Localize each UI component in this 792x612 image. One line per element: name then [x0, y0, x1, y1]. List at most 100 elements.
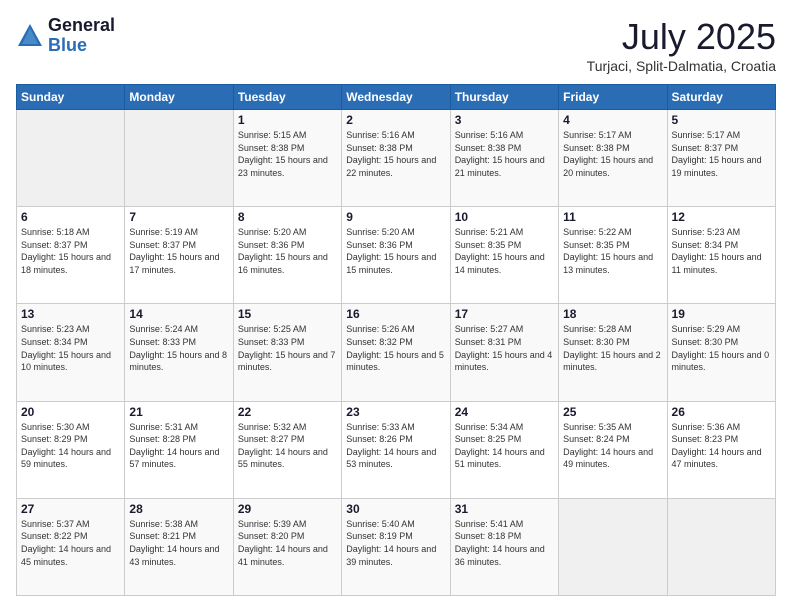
day-detail: Sunrise: 5:25 AMSunset: 8:33 PMDaylight:… [238, 323, 337, 373]
sunrise-text: Sunrise: 5:16 AM [455, 129, 554, 142]
calendar-cell: 19Sunrise: 5:29 AMSunset: 8:30 PMDayligh… [667, 304, 775, 401]
sunrise-text: Sunrise: 5:40 AM [346, 518, 445, 531]
calendar-cell: 14Sunrise: 5:24 AMSunset: 8:33 PMDayligh… [125, 304, 233, 401]
calendar-cell: 26 Sunrise: 5:36 AMSunset: 8:23 PMDayligh… [667, 401, 775, 498]
sunset-text: Sunset: 8:36 PM [346, 239, 445, 252]
sunrise-text: Sunrise: 5:25 AM [238, 323, 337, 336]
day-detail: Sunrise: 5:34 AMSunset: 8:25 PMDaylight:… [455, 421, 554, 471]
sunrise-text: Sunrise: 5:27 AM [455, 323, 554, 336]
sunset-text: Sunset: 8:35 PM [563, 239, 662, 252]
calendar-cell: 31 Sunrise: 5:41 AMSunset: 8:18 PMDayligh… [450, 498, 558, 595]
sunset-text: Sunset: 8:22 PM [21, 530, 120, 543]
sunset-text: Sunset: 8:38 PM [563, 142, 662, 155]
calendar-cell: 15Sunrise: 5:25 AMSunset: 8:33 PMDayligh… [233, 304, 341, 401]
daylight-text: Daylight: 15 hours and 11 minutes. [672, 251, 771, 276]
day-number: 12 [672, 210, 771, 224]
sunrise-text: Sunrise: 5:41 AM [455, 518, 554, 531]
daylight-text: Daylight: 14 hours and 53 minutes. [346, 446, 445, 471]
day-detail: Sunrise: 5:33 AMSunset: 8:26 PMDaylight:… [346, 421, 445, 471]
day-detail: Sunrise: 5:22 AMSunset: 8:35 PMDaylight:… [563, 226, 662, 276]
sunset-text: Sunset: 8:30 PM [563, 336, 662, 349]
daylight-text: Daylight: 14 hours and 49 minutes. [563, 446, 662, 471]
calendar-cell: 20Sunrise: 5:30 AMSunset: 8:29 PMDayligh… [17, 401, 125, 498]
sunset-text: Sunset: 8:34 PM [672, 239, 771, 252]
calendar-cell [17, 110, 125, 207]
calendar-cell: 3Sunrise: 5:16 AMSunset: 8:38 PMDaylight… [450, 110, 558, 207]
day-number: 31 [455, 502, 554, 516]
daylight-text: Daylight: 15 hours and 18 minutes. [21, 251, 120, 276]
daylight-text: Daylight: 14 hours and 51 minutes. [455, 446, 554, 471]
calendar-header: SundayMondayTuesdayWednesdayThursdayFrid… [17, 85, 776, 110]
sunset-text: Sunset: 8:30 PM [672, 336, 771, 349]
day-detail: Sunrise: 5:19 AMSunset: 8:37 PMDaylight:… [129, 226, 228, 276]
daylight-text: Daylight: 15 hours and 15 minutes. [346, 251, 445, 276]
daylight-text: Daylight: 15 hours and 14 minutes. [455, 251, 554, 276]
sunrise-text: Sunrise: 5:20 AM [238, 226, 337, 239]
calendar-cell: 2Sunrise: 5:16 AMSunset: 8:38 PMDaylight… [342, 110, 450, 207]
week-row-3: 13Sunrise: 5:23 AMSunset: 8:34 PMDayligh… [17, 304, 776, 401]
daylight-text: Daylight: 15 hours and 0 minutes. [672, 349, 771, 374]
sunset-text: Sunset: 8:37 PM [21, 239, 120, 252]
weekday-header-sunday: Sunday [17, 85, 125, 110]
calendar-cell: 28Sunrise: 5:38 AMSunset: 8:21 PMDayligh… [125, 498, 233, 595]
day-number: 28 [129, 502, 228, 516]
day-detail: Sunrise: 5:26 AMSunset: 8:32 PMDaylight:… [346, 323, 445, 373]
sunset-text: Sunset: 8:37 PM [129, 239, 228, 252]
daylight-text: Daylight: 15 hours and 8 minutes. [129, 349, 228, 374]
sunrise-text: Sunrise: 5:17 AM [563, 129, 662, 142]
sunrise-text: Sunrise: 5:18 AM [21, 226, 120, 239]
calendar-cell: 12 Sunrise: 5:23 AMSunset: 8:34 PMDayligh… [667, 207, 775, 304]
day-detail: Sunrise: 5:39 AMSunset: 8:20 PMDaylight:… [238, 518, 337, 568]
day-number: 26 [672, 405, 771, 419]
daylight-text: Daylight: 14 hours and 45 minutes. [21, 543, 120, 568]
daylight-text: Daylight: 15 hours and 16 minutes. [238, 251, 337, 276]
day-detail: Sunrise: 5:23 AMSunset: 8:34 PMDaylight:… [672, 226, 771, 276]
calendar-cell: 24Sunrise: 5:34 AMSunset: 8:25 PMDayligh… [450, 401, 558, 498]
day-number: 22 [238, 405, 337, 419]
sunset-text: Sunset: 8:28 PM [129, 433, 228, 446]
day-number: 5 [672, 113, 771, 127]
weekday-header-thursday: Thursday [450, 85, 558, 110]
daylight-text: Daylight: 14 hours and 41 minutes. [238, 543, 337, 568]
day-detail: Sunrise: 5:41 AMSunset: 8:18 PMDaylight:… [455, 518, 554, 568]
calendar-cell: 1Sunrise: 5:15 AMSunset: 8:38 PMDaylight… [233, 110, 341, 207]
sunset-text: Sunset: 8:23 PM [672, 433, 771, 446]
day-detail: Sunrise: 5:21 AMSunset: 8:35 PMDaylight:… [455, 226, 554, 276]
sunset-text: Sunset: 8:21 PM [129, 530, 228, 543]
day-detail: Sunrise: 5:15 AMSunset: 8:38 PMDaylight:… [238, 129, 337, 179]
calendar-cell: 13Sunrise: 5:23 AMSunset: 8:34 PMDayligh… [17, 304, 125, 401]
sunrise-text: Sunrise: 5:30 AM [21, 421, 120, 434]
day-detail: Sunrise: 5:37 AMSunset: 8:22 PMDaylight:… [21, 518, 120, 568]
day-detail: Sunrise: 5:35 AMSunset: 8:24 PMDaylight:… [563, 421, 662, 471]
calendar-cell: 27Sunrise: 5:37 AMSunset: 8:22 PMDayligh… [17, 498, 125, 595]
sunrise-text: Sunrise: 5:36 AM [672, 421, 771, 434]
sunset-text: Sunset: 8:38 PM [346, 142, 445, 155]
sunset-text: Sunset: 8:33 PM [129, 336, 228, 349]
day-number: 29 [238, 502, 337, 516]
day-detail: Sunrise: 5:28 AMSunset: 8:30 PMDaylight:… [563, 323, 662, 373]
daylight-text: Daylight: 14 hours and 47 minutes. [672, 446, 771, 471]
day-number: 18 [563, 307, 662, 321]
daylight-text: Daylight: 15 hours and 19 minutes. [672, 154, 771, 179]
calendar-cell [559, 498, 667, 595]
sunset-text: Sunset: 8:25 PM [455, 433, 554, 446]
daylight-text: Daylight: 14 hours and 39 minutes. [346, 543, 445, 568]
daylight-text: Daylight: 15 hours and 10 minutes. [21, 349, 120, 374]
daylight-text: Daylight: 14 hours and 55 minutes. [238, 446, 337, 471]
day-detail: Sunrise: 5:30 AMSunset: 8:29 PMDaylight:… [21, 421, 120, 471]
calendar-cell: 10Sunrise: 5:21 AMSunset: 8:35 PMDayligh… [450, 207, 558, 304]
calendar-cell: 16Sunrise: 5:26 AMSunset: 8:32 PMDayligh… [342, 304, 450, 401]
sunset-text: Sunset: 8:19 PM [346, 530, 445, 543]
sunrise-text: Sunrise: 5:15 AM [238, 129, 337, 142]
sunset-text: Sunset: 8:33 PM [238, 336, 337, 349]
sunrise-text: Sunrise: 5:23 AM [672, 226, 771, 239]
week-row-1: 1Sunrise: 5:15 AMSunset: 8:38 PMDaylight… [17, 110, 776, 207]
calendar: SundayMondayTuesdayWednesdayThursdayFrid… [16, 84, 776, 596]
sunrise-text: Sunrise: 5:23 AM [21, 323, 120, 336]
daylight-text: Daylight: 14 hours and 57 minutes. [129, 446, 228, 471]
calendar-cell: 7Sunrise: 5:19 AMSunset: 8:37 PMDaylight… [125, 207, 233, 304]
day-number: 23 [346, 405, 445, 419]
sunset-text: Sunset: 8:37 PM [672, 142, 771, 155]
day-number: 19 [672, 307, 771, 321]
daylight-text: Daylight: 14 hours and 59 minutes. [21, 446, 120, 471]
